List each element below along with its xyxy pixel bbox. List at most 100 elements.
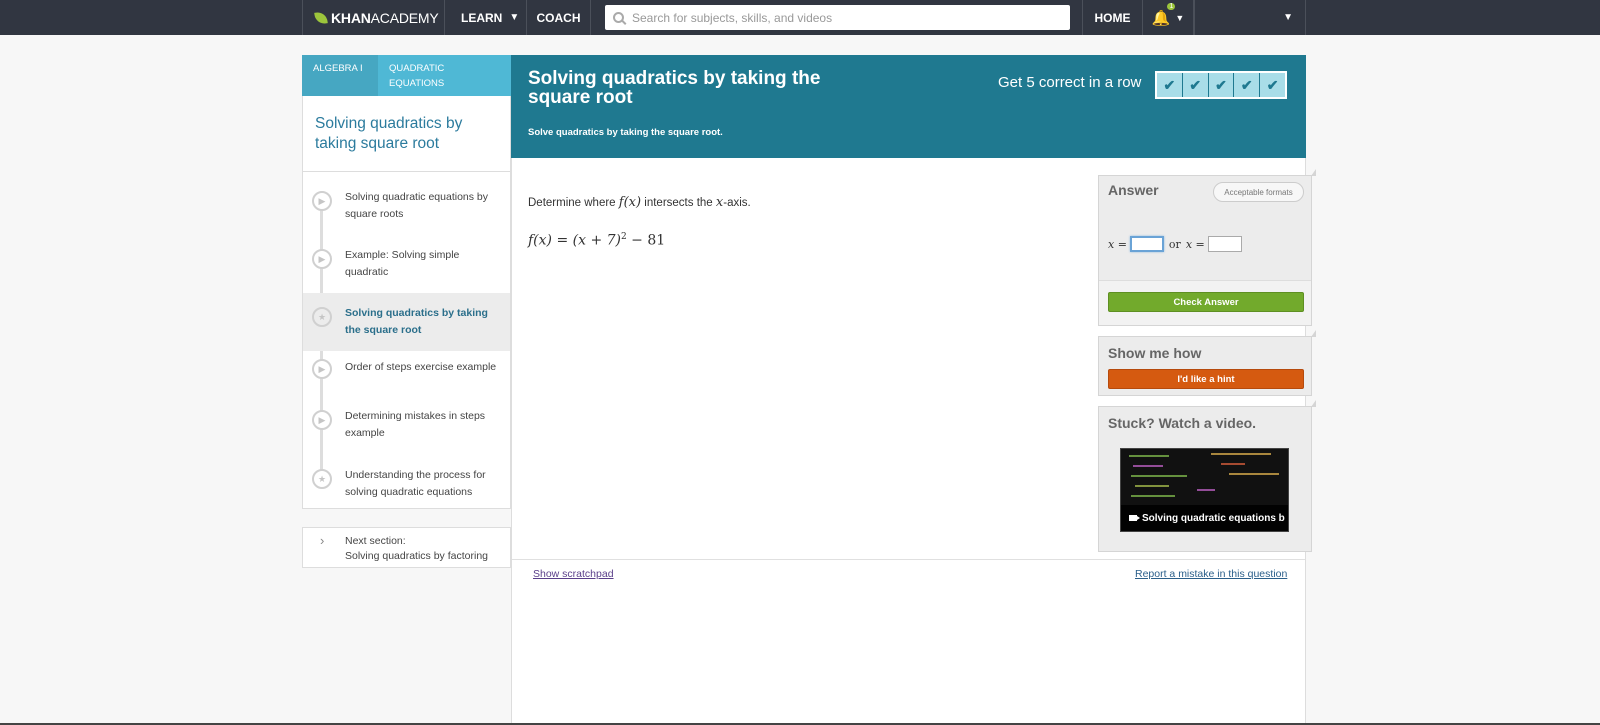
question-suffix: -axis. — [723, 197, 751, 209]
khan-academy-logo[interactable]: KHAN ACADEMY — [302, 0, 444, 35]
answer-area: Answer Acceptable formats x = or x = — [1099, 176, 1311, 280]
divider — [512, 559, 1305, 560]
thumbnail-scribble — [1133, 465, 1163, 467]
check-icon: ✔ — [1209, 73, 1235, 97]
video-title: Stuck? Watch a video. — [1108, 415, 1257, 431]
sidebar-list: ▶ Solving quadratic equations by square … — [302, 172, 511, 509]
equation-rhs: − 81 — [626, 232, 666, 249]
sidebar-item-video[interactable]: ▶ Determining mistakes in steps example — [303, 396, 510, 454]
play-icon: ▶ — [312, 191, 332, 211]
next-section-label: Next section: — [345, 535, 406, 547]
star-icon: ★ — [312, 469, 332, 489]
thumbnail-scribble — [1211, 453, 1271, 455]
learn-label: LEARN — [461, 10, 503, 25]
question-prefix: Determine where — [528, 197, 616, 209]
coach-label: COACH — [536, 10, 581, 25]
question-text: Determine where f(x) intersects the x-ax… — [528, 195, 751, 210]
chevron-down-icon: ▼ — [509, 12, 520, 23]
sidebar-item-label: Example: Solving simple quadratic — [345, 249, 460, 278]
search-input[interactable] — [632, 10, 1052, 25]
chevron-down-icon: ▼ — [1283, 12, 1293, 23]
x-label-2: x = — [1185, 237, 1205, 251]
thumbnail-scribble — [1229, 473, 1279, 475]
thumbnail-scribble — [1221, 463, 1245, 465]
star-icon: ★ — [312, 307, 332, 327]
breadcrumb-algebra[interactable]: ALGEBRA I — [302, 55, 378, 96]
next-section-title: Solving quadratics by factoring — [345, 550, 488, 562]
equation-lhs: f(x) = (x + 7) — [528, 232, 621, 249]
exercise-banner: Solving quadratics by taking the square … — [511, 55, 1306, 158]
leaf-icon — [314, 10, 328, 25]
check-answer-button[interactable]: Check Answer — [1108, 292, 1304, 312]
or-label: or — [1168, 237, 1181, 251]
sidebar-item-exercise[interactable]: ★ Understanding the process for solving … — [303, 455, 510, 513]
learn-menu-button[interactable]: LEARN ▼ — [444, 0, 526, 35]
video-caption: Solving quadratic equations b — [1121, 505, 1288, 531]
home-label: HOME — [1094, 10, 1131, 25]
thumbnail-scribble — [1135, 485, 1169, 487]
check-icon: ✔ — [1157, 73, 1183, 97]
home-link[interactable]: HOME — [1082, 0, 1142, 35]
question-mid: intersects the — [644, 197, 713, 209]
logo-academy-text: ACADEMY — [370, 9, 439, 26]
equation: f(x) = (x + 7)2 − 81 — [528, 232, 665, 249]
answer-footer: Check Answer — [1099, 280, 1311, 325]
streak-progress: ✔ ✔ ✔ ✔ ✔ — [1155, 71, 1287, 99]
check-icon: ✔ — [1183, 73, 1209, 97]
video-caption-text: Solving quadratic equations b — [1142, 512, 1285, 524]
play-icon: ▶ — [312, 359, 332, 379]
exercise-title: Solving quadratics by taking the square … — [528, 68, 821, 108]
chevron-right-icon: › — [320, 533, 325, 548]
sidebar-title: Solving quadratics by taking square root — [315, 115, 463, 152]
answer-input-1[interactable] — [1129, 236, 1164, 252]
check-icon: ✔ — [1266, 76, 1279, 93]
thumbnail-scribble — [1131, 475, 1187, 477]
report-mistake-link[interactable]: Report a mistake in this question — [1135, 568, 1287, 580]
hint-button[interactable]: I'd like a hint — [1108, 369, 1304, 389]
streak-label: Get 5 correct in a row — [998, 74, 1142, 91]
sidebar-item-label: Solving quadratics by taking the square … — [345, 307, 488, 336]
sidebar-item-label: Understanding the process for solving qu… — [345, 469, 486, 498]
breadcrumb: ALGEBRA I QUADRATIC EQUATIONS — [302, 55, 511, 96]
sidebar-item-label: Order of steps exercise example — [345, 361, 497, 373]
sidebar-item-label: Determining mistakes in steps example — [345, 410, 486, 439]
profile-menu-button[interactable]: ▼ — [1194, 0, 1306, 35]
sidebar-item-video[interactable]: ▶ Solving quadratic equations by square … — [303, 177, 510, 235]
video-thumbnail[interactable]: Solving quadratic equations b — [1120, 448, 1289, 532]
video-camera-icon — [1129, 515, 1140, 521]
play-icon: ▶ — [312, 249, 332, 269]
sidebar-item-label: Solving quadratic equations by square ro… — [345, 191, 489, 220]
answer-input-2[interactable] — [1207, 236, 1242, 252]
show-scratchpad-link[interactable]: Show scratchpad — [533, 568, 614, 580]
play-icon: ▶ — [312, 410, 332, 430]
question-fx: f(x) — [618, 195, 642, 210]
video-panel: Stuck? Watch a video. Solving quadratic … — [1098, 400, 1316, 552]
thumbnail-scribble — [1197, 489, 1215, 491]
coach-link[interactable]: COACH — [526, 0, 591, 35]
hint-title: Show me how — [1108, 345, 1202, 361]
answer-title: Answer — [1108, 182, 1159, 198]
chevron-down-icon: ▼ — [1175, 12, 1185, 23]
search-icon — [613, 12, 624, 23]
notification-count: 1 — [1167, 2, 1176, 10]
sidebar-header: Solving quadratics by taking square root — [302, 96, 511, 172]
acceptable-formats-button[interactable]: Acceptable formats — [1213, 182, 1304, 202]
exercise-subtitle: Solve quadratics by taking the square ro… — [528, 127, 723, 138]
answer-panel: Answer Acceptable formats x = or x = Che… — [1098, 169, 1316, 326]
x-label-1: x = — [1108, 237, 1127, 251]
thumbnail-scribble — [1129, 455, 1169, 457]
bell-icon: 🔔 1 — [1151, 2, 1176, 27]
hint-panel: Show me how I'd like a hint — [1098, 330, 1316, 396]
notifications-button[interactable]: 🔔 1 ▼ — [1142, 0, 1194, 35]
logo-khan-text: KHAN — [331, 9, 371, 26]
check-icon: ✔ — [1234, 73, 1261, 97]
thumbnail-scribble — [1131, 495, 1175, 497]
next-section-text: Next section: Solving quadratics by fact… — [345, 534, 488, 564]
answer-inputs: x = or x = — [1108, 236, 1245, 252]
sidebar-item-video[interactable]: ▶ Example: Solving simple quadratic — [303, 235, 510, 293]
search-bar[interactable] — [605, 5, 1070, 30]
next-section-link[interactable]: › Next section: Solving quadratics by fa… — [302, 527, 511, 568]
top-nav-bar: KHANACADEMY LEARN ▼ COACH HOME 🔔1 ▼ ▼ — [0, 0, 1600, 35]
breadcrumb-quadratic-equations[interactable]: QUADRATIC EQUATIONS — [378, 55, 511, 96]
sidebar-item-exercise-active[interactable]: ★ Solving quadratics by taking the squar… — [303, 293, 510, 351]
